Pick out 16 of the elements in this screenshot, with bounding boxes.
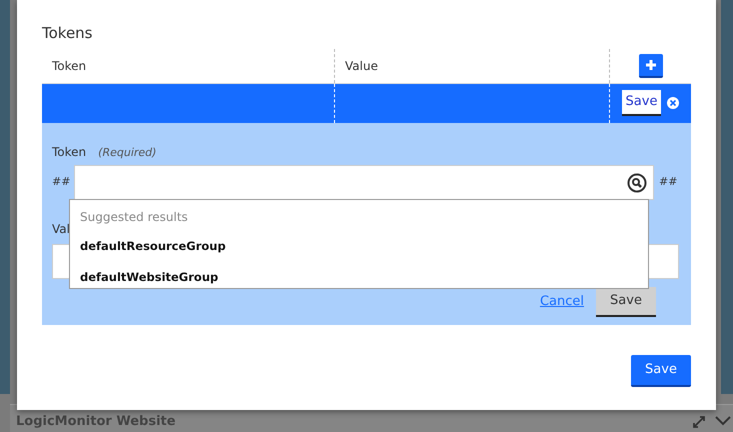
column-header: Value bbox=[345, 58, 378, 74]
save-button[interactable]: Save bbox=[631, 354, 691, 386]
row-save-button[interactable]: Save bbox=[622, 90, 662, 116]
prefix-text: ## bbox=[52, 174, 72, 190]
field-label: Token bbox=[52, 144, 86, 158]
table-row[interactable]: Save bbox=[42, 84, 691, 122]
column-header: Token bbox=[52, 58, 86, 74]
save-button[interactable]: Save bbox=[596, 287, 656, 317]
panel-title: LogicMonitor Website bbox=[16, 413, 176, 431]
required-hint: (Required) bbox=[98, 146, 156, 158]
suggestion-item[interactable]: defaultResourceGroup bbox=[80, 238, 638, 255]
dropdown-heading: Suggested results bbox=[80, 208, 189, 226]
field-label: Val bbox=[52, 222, 70, 236]
suffix-text: ## bbox=[659, 174, 678, 190]
dialog-title: Tokens bbox=[42, 23, 94, 44]
suggestion-item[interactable]: defaultWebsiteGroup bbox=[80, 268, 638, 286]
